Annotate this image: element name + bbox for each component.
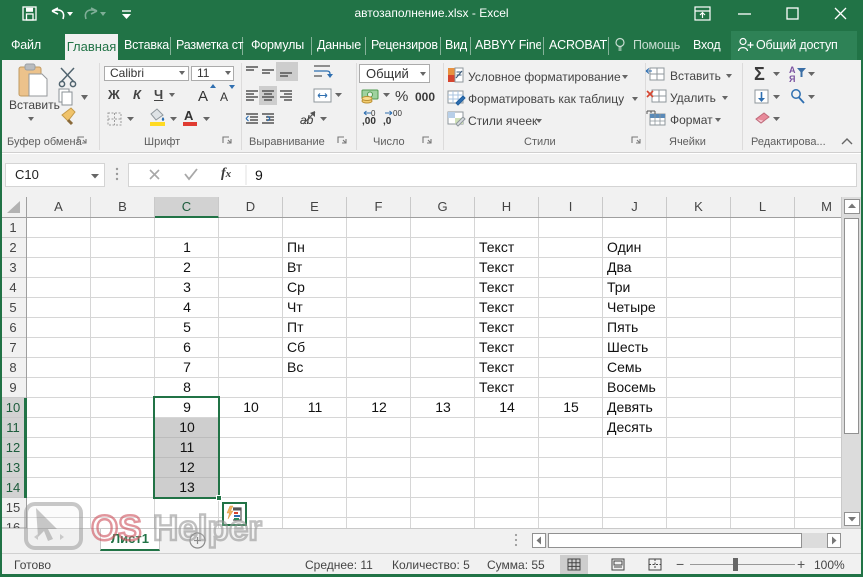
svg-text:Σ: Σ [754, 64, 765, 84]
svg-text:0: 0 [371, 109, 376, 118]
svg-text:,0: ,0 [383, 116, 392, 127]
svg-text:А: А [198, 88, 208, 105]
svg-text:Я: Я [789, 74, 795, 84]
svg-text:А: А [184, 108, 194, 123]
svg-text:А: А [220, 90, 228, 104]
svg-text:OS: OS [91, 509, 142, 548]
svg-text:00: 00 [393, 109, 402, 118]
svg-text:Helper: Helper [153, 509, 262, 548]
